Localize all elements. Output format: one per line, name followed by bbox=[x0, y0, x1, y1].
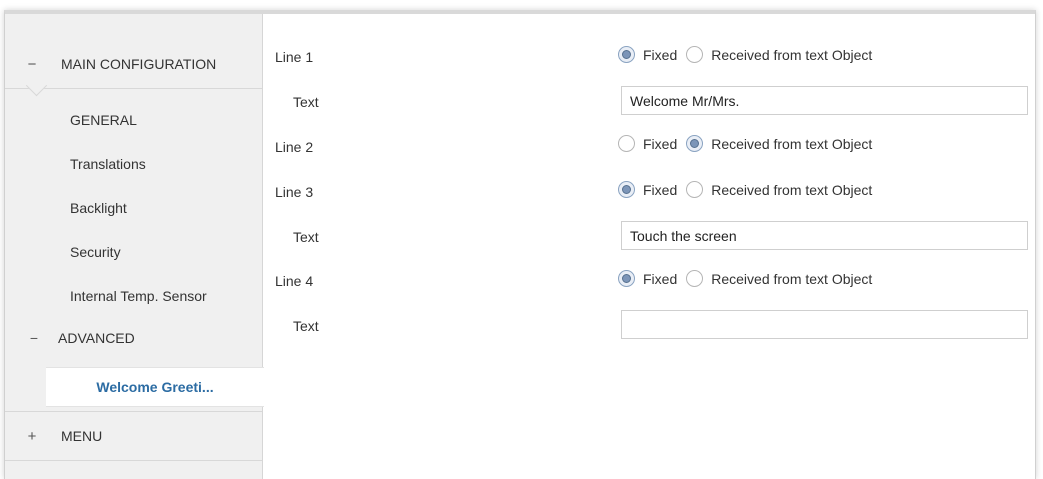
line-4-fixed-radio[interactable] bbox=[618, 270, 635, 287]
line-1-fixed-radio[interactable] bbox=[618, 46, 635, 63]
settings-panel: Line 1 Fixed Received from text Object T… bbox=[263, 14, 1035, 479]
received-option-label[interactable]: Received from text Object bbox=[711, 47, 872, 63]
sidebar: − MAIN CONFIGURATION GENERAL Translation… bbox=[5, 14, 264, 479]
line-2-label: Line 2 bbox=[275, 139, 314, 155]
line-1-text-input[interactable] bbox=[621, 86, 1028, 115]
collapse-icon[interactable]: − bbox=[25, 56, 39, 73]
line-3-text-label: Text bbox=[293, 229, 319, 245]
collapse-icon[interactable]: − bbox=[27, 330, 41, 346]
sidebar-item-translations[interactable]: Translations bbox=[70, 156, 146, 172]
sidebar-item-internal-temp-sensor[interactable]: Internal Temp. Sensor bbox=[70, 288, 207, 304]
window-frame: − MAIN CONFIGURATION GENERAL Translation… bbox=[4, 10, 1036, 479]
line-4-text-label: Text bbox=[293, 318, 319, 334]
line-2-fixed-radio[interactable] bbox=[618, 135, 635, 152]
line-4-label: Line 4 bbox=[275, 273, 314, 289]
received-option-label[interactable]: Received from text Object bbox=[711, 182, 872, 198]
line-3-label: Line 3 bbox=[275, 184, 314, 200]
fixed-option-label[interactable]: Fixed bbox=[643, 271, 677, 287]
fixed-option-label[interactable]: Fixed bbox=[643, 47, 677, 63]
line-4-text-input[interactable] bbox=[621, 310, 1028, 339]
line-3-options: Fixed Received from text Object bbox=[618, 181, 881, 198]
received-option-label[interactable]: Received from text Object bbox=[711, 271, 872, 287]
line-3-fixed-radio[interactable] bbox=[618, 181, 635, 198]
sidebar-item-backlight[interactable]: Backlight bbox=[70, 200, 127, 216]
fixed-option-label[interactable]: Fixed bbox=[643, 182, 677, 198]
fixed-option-label[interactable]: Fixed bbox=[643, 136, 677, 152]
line-1-text-label: Text bbox=[293, 94, 319, 110]
line-4-received-radio[interactable] bbox=[686, 270, 704, 287]
line-2-received-radio[interactable] bbox=[686, 135, 704, 152]
line-3-received-radio[interactable] bbox=[686, 181, 704, 198]
menu-header[interactable]: + MENU bbox=[5, 411, 262, 461]
line-3-text-input[interactable] bbox=[621, 221, 1028, 250]
received-option-label[interactable]: Received from text Object bbox=[711, 136, 872, 152]
menu-label: MENU bbox=[61, 428, 103, 444]
sidebar-item-welcome-greeting[interactable]: Welcome Greeti... bbox=[46, 367, 264, 407]
sidebar-item-security[interactable]: Security bbox=[70, 244, 121, 260]
line-1-received-radio[interactable] bbox=[686, 46, 704, 63]
line-2-options: Fixed Received from text Object bbox=[618, 135, 881, 152]
main-configuration-label: MAIN CONFIGURATION bbox=[61, 56, 217, 72]
advanced-label: ADVANCED bbox=[58, 330, 135, 346]
line-1-options: Fixed Received from text Object bbox=[618, 46, 881, 63]
line-4-options: Fixed Received from text Object bbox=[618, 270, 881, 287]
advanced-header[interactable]: − ADVANCED bbox=[27, 330, 135, 346]
expand-icon[interactable]: + bbox=[25, 428, 39, 445]
sidebar-item-general[interactable]: GENERAL bbox=[70, 112, 137, 128]
line-1-label: Line 1 bbox=[275, 49, 314, 65]
